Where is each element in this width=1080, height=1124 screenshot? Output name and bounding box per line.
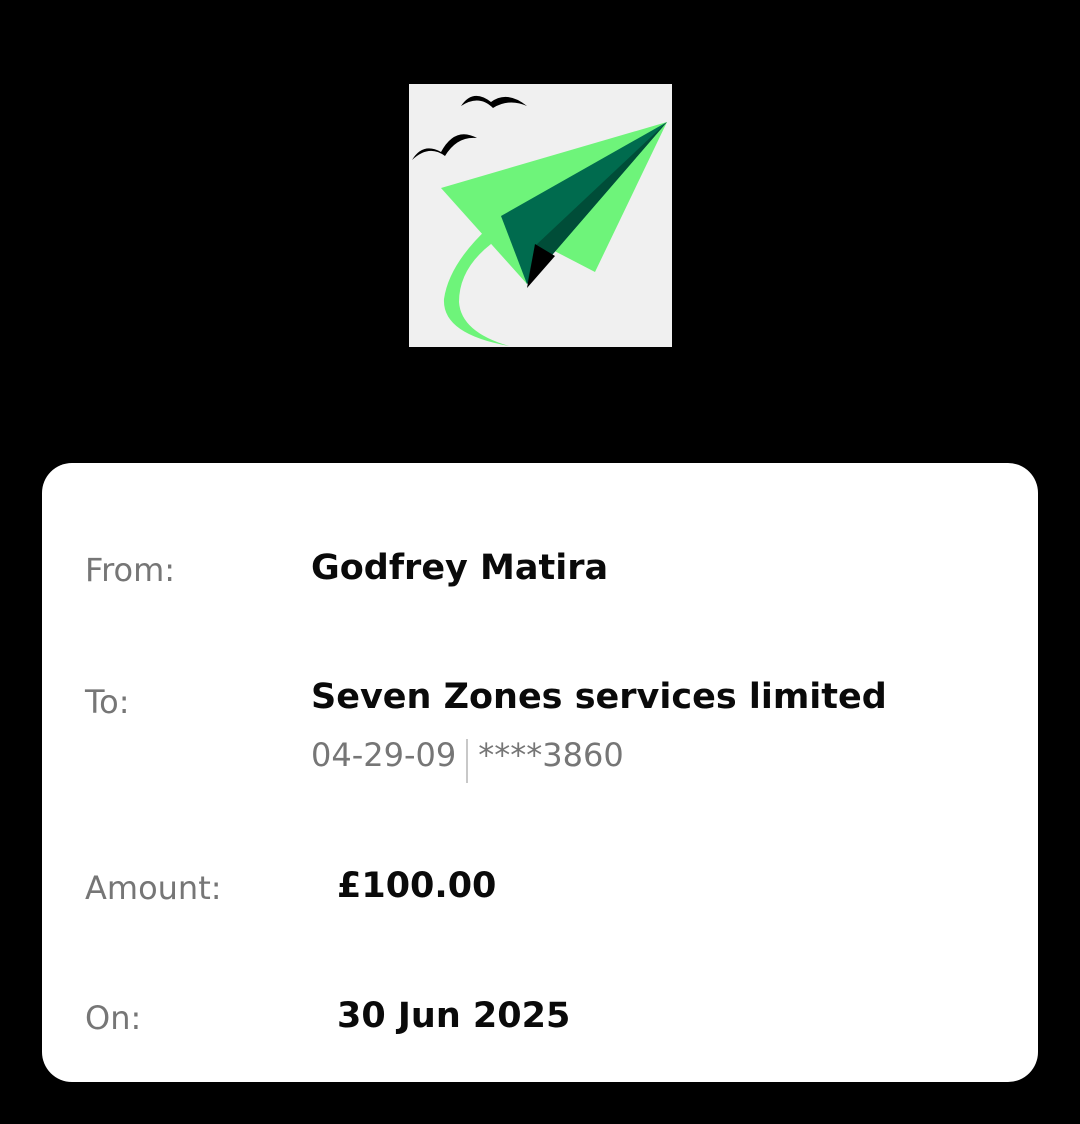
bird-icon [412,134,477,160]
paper-plane-icon [412,95,667,346]
amount-value: £100.00 [337,866,497,906]
sort-code: 04-29-09 [311,736,457,774]
bird-icon [461,95,527,108]
from-label: From: [85,551,176,589]
app-logo [409,84,672,347]
to-label: To: [85,683,130,721]
to-value: Seven Zones services limited [311,677,887,717]
account-number: ****3860 [478,736,624,774]
separator [466,739,469,783]
transfer-details-card: From: Godfrey Matira To: Seven Zones ser… [42,463,1038,1082]
date-value: 30 Jun 2025 [337,996,571,1036]
from-value: Godfrey Matira [311,548,609,588]
account-details: 04-29-09 ****3860 [311,733,624,783]
date-label: On: [85,999,142,1037]
amount-label: Amount: [85,869,222,907]
